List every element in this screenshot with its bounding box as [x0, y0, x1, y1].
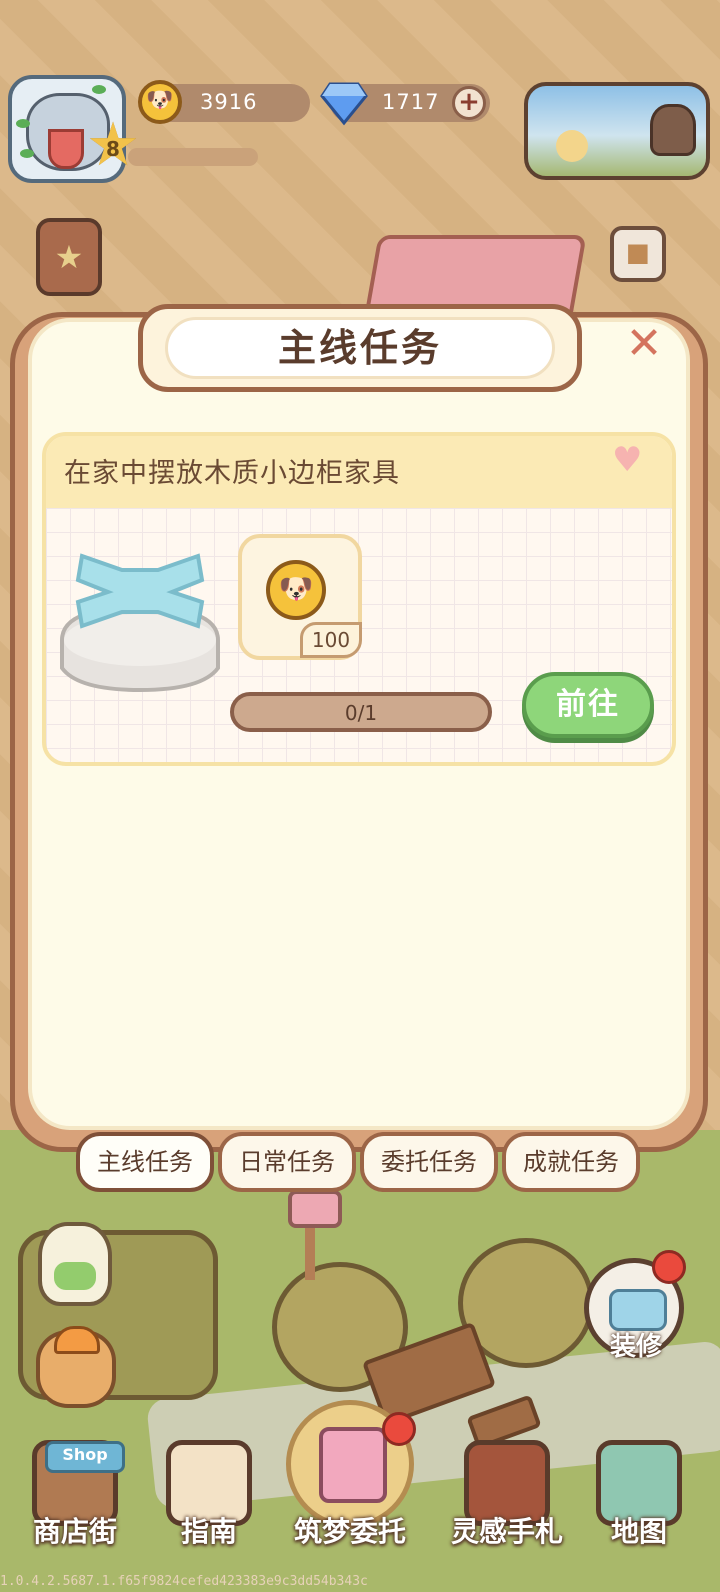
shop-sign: Shop	[45, 1441, 125, 1473]
reward-count: 100	[300, 622, 362, 658]
nav-dream-commission[interactable]: 筑梦委托	[294, 1440, 406, 1560]
progress-text: 0/1	[344, 701, 378, 725]
version-string: 1.0.4.2.5687.1.f65f9824cefed423383e9c3dd…	[0, 1574, 368, 1589]
album-book-button[interactable]: ★	[36, 218, 102, 296]
nav-label: 指南	[180, 1515, 237, 1548]
decorate-label: 装修	[609, 1332, 662, 1362]
box-icon: ◼	[625, 235, 651, 270]
mailbox	[288, 1190, 342, 1228]
side-cabinet-icon	[60, 553, 220, 693]
npc-character[interactable]	[38, 1222, 112, 1306]
nav-label: 灵感手札	[450, 1515, 563, 1548]
coin-amount: 3916	[200, 90, 258, 114]
tab-main-quest[interactable]: 主线任务	[76, 1132, 214, 1192]
avatar-tongue	[48, 129, 84, 169]
go-button[interactable]: 前往	[522, 672, 654, 738]
hearts-icon: ♥	[612, 440, 643, 480]
dog-coin-icon: 🐶	[138, 80, 182, 124]
leaf-icon	[16, 119, 30, 128]
nav-guide[interactable]: 指南	[154, 1440, 264, 1560]
nav-shop-street[interactable]: Shop 商店街	[20, 1440, 130, 1560]
nav-inspiration-journal[interactable]: 灵感手札	[451, 1440, 563, 1560]
gem-amount: 1717	[382, 90, 440, 114]
nav-map[interactable]: 地图	[584, 1440, 694, 1560]
dog-coin-icon: 🐶	[266, 560, 326, 620]
sun-icon	[556, 130, 588, 162]
task-title: 在家中摆放木质小边柜家具	[64, 458, 400, 489]
star-icon: ★	[54, 238, 84, 276]
bed-icon	[609, 1289, 667, 1331]
tab-commission-quest[interactable]: 委托任务	[360, 1132, 498, 1192]
nav-label: 筑梦委托	[293, 1515, 406, 1548]
nav-label: 商店街	[32, 1515, 117, 1548]
panel-title: 主线任务	[277, 326, 442, 370]
experience-bar	[128, 148, 258, 166]
leaf-icon	[92, 85, 106, 94]
diamond-icon	[320, 82, 368, 126]
notification-dot	[652, 1250, 686, 1284]
player-level: 8	[106, 137, 120, 161]
dog-npc-character[interactable]	[36, 1326, 116, 1408]
add-gems-button[interactable]: +	[452, 86, 486, 120]
dog-character-icon	[650, 104, 696, 156]
storage-box-button[interactable]: ◼	[610, 226, 666, 282]
close-button[interactable]: ✕	[616, 316, 672, 372]
tab-daily-quest[interactable]: 日常任务	[218, 1132, 356, 1192]
mailbox-post	[305, 1220, 315, 1280]
tab-achievement-quest[interactable]: 成就任务	[502, 1132, 640, 1192]
scene-thumbnail-button[interactable]	[524, 82, 710, 180]
leaf-icon	[20, 149, 34, 158]
nav-label: 地图	[610, 1515, 667, 1548]
